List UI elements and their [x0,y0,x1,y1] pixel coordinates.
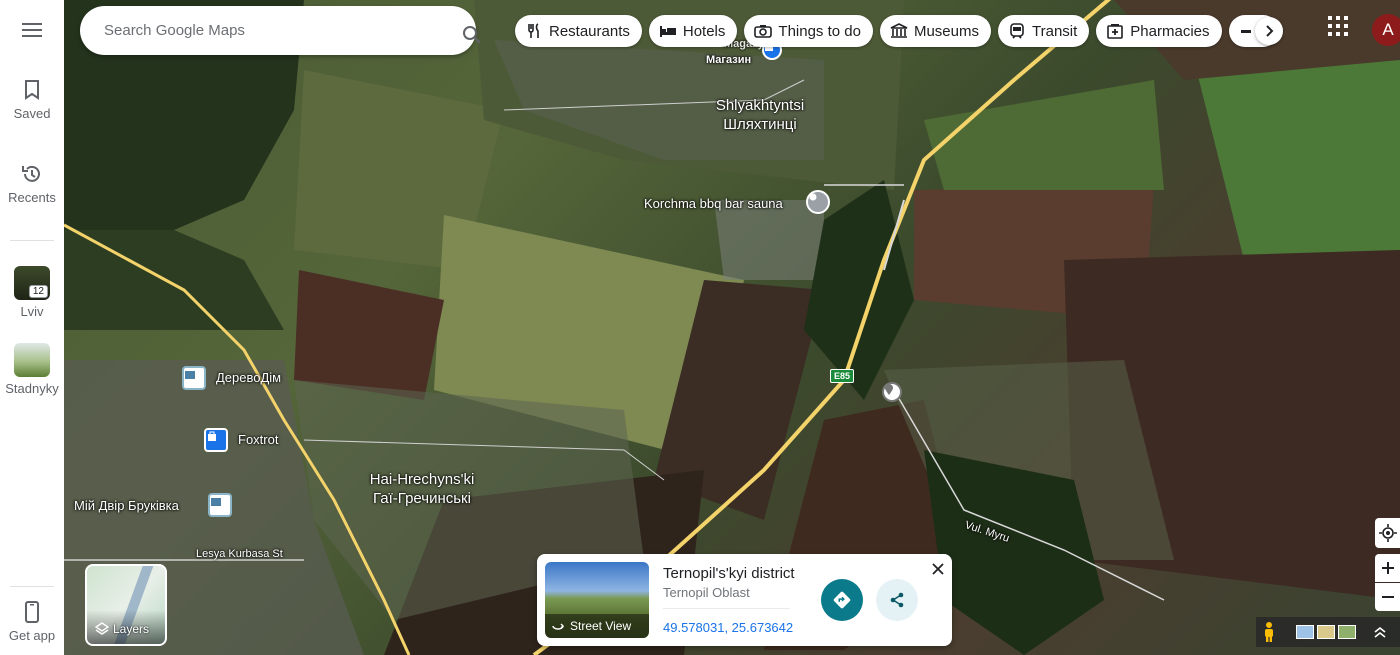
menu-button[interactable] [0,18,64,46]
layers-icon [95,622,109,635]
saved-button[interactable]: Saved [0,78,64,121]
chip-hotels-label: Hotels [682,22,726,40]
left-rail: Saved Recents 12 Lviv Stadnyky Get app [0,0,64,655]
expand-up-icon[interactable] [1374,626,1386,638]
route-shield-e85: E85 [830,369,855,383]
map-label-derevodim[interactable]: ДеревоДім [216,370,281,385]
minus-icon [1381,596,1394,598]
more-category-icon [1237,22,1255,40]
layers-label: Layers [113,622,150,636]
rail-divider [10,240,54,241]
chip-things-to-do-label: Things to do [778,22,861,40]
museum-icon [890,22,908,40]
village2-cyr-name: Гаї-Гречинські [373,490,471,507]
directions-button[interactable] [821,579,863,621]
chip-museums[interactable]: Museums [879,15,991,47]
place-card: Street View Ternopil's'kyi district Tern… [537,554,952,646]
layers-button[interactable]: Layers [85,564,167,646]
search-input[interactable] [104,18,364,42]
layers-label-group: Layers [95,622,149,636]
place-coordinates[interactable]: 49.578031, 25.673642 [663,620,793,635]
search-box [80,6,536,55]
transit-icon [1008,22,1026,40]
history-icon [20,162,44,186]
saved-label: Saved [13,106,51,121]
search-icon[interactable] [462,25,482,50]
street-view-label: Street View [570,619,632,633]
store-pin-icon-2[interactable] [208,493,232,517]
chip-museums-label: Museums [913,22,979,40]
street-view-bar: Street View [545,614,649,638]
camera-icon [754,22,773,40]
hamburger-icon [20,18,44,42]
chip-transit-label: Transit [1032,22,1078,40]
lviv-label: Lviv [20,304,44,319]
account-avatar[interactable]: A [1372,14,1400,46]
place-subtitle: Ternopil Oblast [663,585,750,600]
chip-restaurants[interactable]: Restaurants [515,15,642,47]
restaurant-icon [525,22,543,40]
zoom-in-button[interactable] [1375,554,1400,582]
chip-hotels[interactable]: Hotels [648,15,738,47]
village-latin-name: Shlyakhtyntsi [715,97,805,114]
my-location-button[interactable] [1375,518,1400,548]
chip-restaurants-label: Restaurants [549,22,630,40]
stadnyky-thumbnail [14,343,50,377]
imagery-thumb-1[interactable] [1296,625,1314,639]
chip-pharmacies[interactable]: Pharmacies [1096,15,1222,47]
apps-grid-icon[interactable] [1328,16,1348,36]
hotel-icon [659,22,677,40]
scroll-chips-right-button[interactable] [1255,17,1283,45]
pegman-icon[interactable] [1262,621,1276,643]
map-label-miy-dvir[interactable]: Мій Двір Бруківка [74,498,179,513]
imagery-thumb-3[interactable] [1338,625,1356,639]
close-icon [932,563,944,575]
directions-icon [833,591,851,609]
category-chips: Restaurants Hotels Things to do Museums … [515,15,1279,47]
village-label-shlyakhtyntsi[interactable]: Shlyakhtyntsi Шляхтинці [670,96,850,134]
korchma-pin-icon[interactable] [806,190,830,214]
chip-things-to-do[interactable]: Things to do [744,15,873,47]
store-pin-icon[interactable] [182,366,206,390]
get-app-button[interactable]: Get app [0,600,64,643]
my-location-icon [1378,524,1397,542]
phone-icon [20,600,44,624]
rail-divider-bottom [10,586,54,587]
place-title: Ternopil's'kyi district [663,565,795,582]
recents-label: Recents [8,190,56,205]
imagery-thumb-2[interactable] [1317,625,1335,639]
get-app-label: Get app [8,628,56,643]
bottom-tools-bar [1256,617,1400,647]
recent-place-stadnyky[interactable]: Stadnyky [0,343,64,396]
village-cyr-name: Шляхтинці [723,116,797,133]
lviv-thumbnail: 12 [14,266,50,300]
map-label-shop-cyr[interactable]: Магазин [706,54,751,66]
chip-transit[interactable]: Transit [998,15,1090,47]
location-pin-icon[interactable] [882,382,902,402]
plus-icon [1381,562,1394,574]
map-label-foxtrot[interactable]: Foxtrot [238,432,278,447]
bookmark-icon [20,78,44,102]
chevron-right-icon [1266,25,1274,37]
pharmacy-icon [1106,22,1124,40]
zoom-out-button[interactable] [1375,583,1400,611]
chip-pharmacies-label: Pharmacies [1130,22,1210,40]
recent-place-lviv[interactable]: 12 Lviv [0,266,64,319]
street-view-rotate-icon [552,623,564,630]
shopping-bag-pin-icon[interactable] [204,428,228,452]
card-divider [663,608,790,609]
recents-button[interactable]: Recents [0,162,64,205]
share-icon [890,592,904,608]
street-view-thumbnail[interactable]: Street View [545,562,649,638]
map-label-korchma[interactable]: Korchma bbq bar sauna [644,196,783,211]
stadnyky-label: Stadnyky [5,381,59,396]
close-card-button[interactable] [929,560,947,578]
village-label-hai-hrechynski[interactable]: Hai-Hrechyns'ki Гаї-Гречинські [342,470,502,508]
lviv-count-badge: 12 [28,285,48,298]
village2-latin-name: Hai-Hrechyns'ki [369,471,475,488]
share-button[interactable] [876,579,918,621]
street-label-lesya: Lesya Kurbasa St [196,548,283,560]
